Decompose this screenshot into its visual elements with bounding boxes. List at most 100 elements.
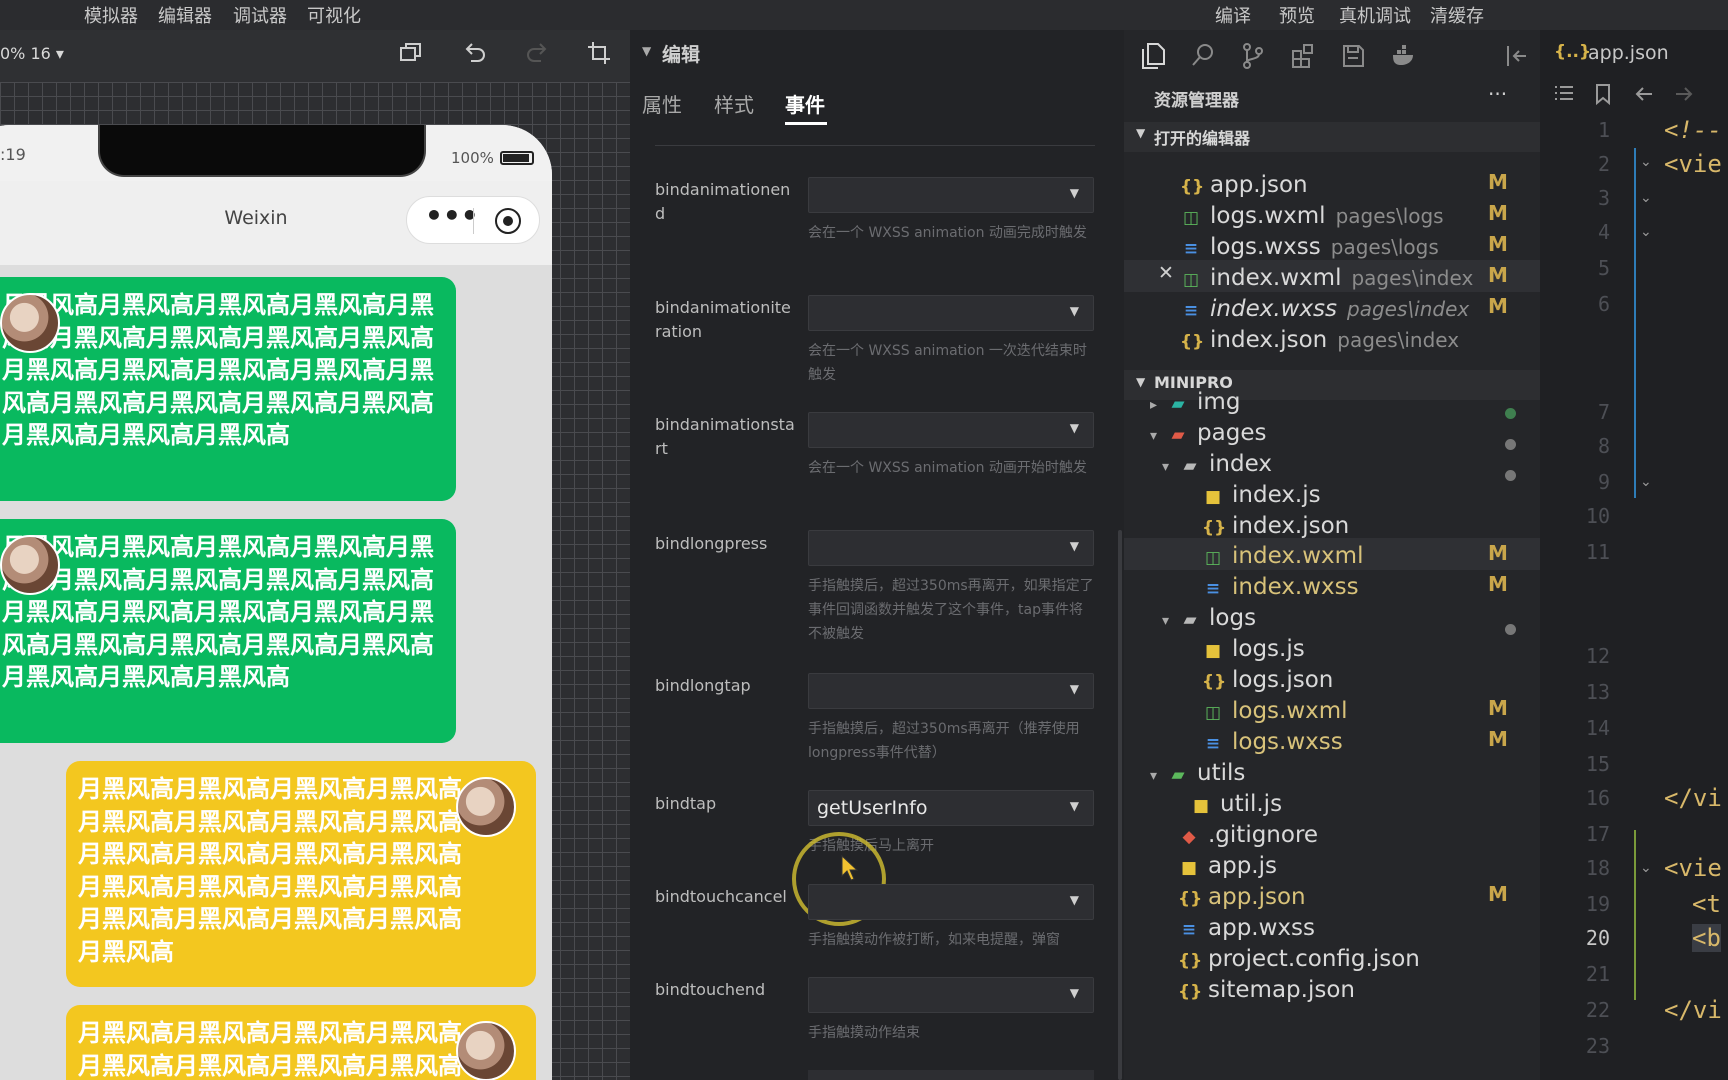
fold-chevron-icon[interactable]: ⌄ bbox=[1640, 474, 1652, 490]
folder-open-icon: ▰ bbox=[1183, 456, 1197, 476]
code-line: <b bbox=[1692, 924, 1721, 952]
line-number: 21 bbox=[1585, 962, 1610, 986]
files-icon[interactable] bbox=[1140, 42, 1166, 74]
zoom-select[interactable]: 0% 16 ▾ bbox=[0, 44, 64, 63]
message-text: 月黑风高月黑风高月黑风高月黑风高月黑风高月黑风高月黑风高月黑风高月黑风高月黑风高… bbox=[2, 533, 434, 691]
battery-level: 100% bbox=[451, 149, 494, 167]
event-select[interactable]: ▼ bbox=[808, 295, 1094, 331]
back-arrow-icon[interactable] bbox=[1632, 82, 1656, 110]
editor-tab-label[interactable]: app.json bbox=[1588, 42, 1669, 64]
nav-bar: Weixin ••• bbox=[0, 181, 552, 265]
line-number: 8 bbox=[1597, 434, 1610, 458]
fold-chevron-icon[interactable]: ⌄ bbox=[1640, 154, 1652, 170]
menu-editor[interactable]: 编辑器 bbox=[158, 2, 212, 28]
capsule-divider bbox=[473, 208, 474, 234]
menu-clear-cache[interactable]: 清缓存 bbox=[1430, 2, 1484, 28]
status-dot bbox=[1505, 439, 1516, 450]
file-name: logs bbox=[1209, 605, 1257, 631]
modified-badge: M bbox=[1488, 727, 1508, 751]
event-select[interactable]: ▼ bbox=[808, 530, 1094, 566]
event-select[interactable]: ▼ bbox=[808, 673, 1094, 709]
open-editors-header[interactable]: ▼ 打开的编辑器 bbox=[1124, 122, 1540, 152]
tree-file[interactable]: {} sitemap.json bbox=[1178, 973, 1355, 1009]
open-editor-item[interactable]: {} index.json pages\index bbox=[1180, 323, 1459, 359]
search-icon[interactable] bbox=[1190, 42, 1216, 74]
simulator-toolbar: 0% 16 ▾ bbox=[0, 30, 630, 82]
event-name: bindanimationend bbox=[655, 180, 791, 223]
code-editor: {..} app.json 1 2 3 4 5 6 7 8 9 10 11 12… bbox=[1540, 30, 1728, 1080]
close-miniprogram-icon[interactable] bbox=[495, 208, 521, 234]
file-name: logs.wxss bbox=[1232, 729, 1343, 755]
line-number: 17 bbox=[1585, 822, 1610, 846]
message-bubble: 月黑风高月黑风高月黑风高月黑风高月黑风高月黑风高月黑风高月黑风高月黑风高月黑风高… bbox=[0, 277, 456, 501]
extensions-icon[interactable] bbox=[1290, 42, 1316, 74]
file-name: img bbox=[1197, 389, 1241, 415]
line-number: 16 bbox=[1585, 786, 1610, 810]
line-number: 19 bbox=[1585, 892, 1610, 916]
menu-simulator[interactable]: 模拟器 bbox=[84, 2, 138, 28]
fold-chevron-icon[interactable]: ⌄ bbox=[1640, 860, 1652, 876]
line-number: 15 bbox=[1585, 752, 1610, 776]
redo-icon[interactable] bbox=[524, 40, 550, 70]
collapse-arrow-icon[interactable]: ▼ bbox=[642, 44, 651, 58]
menu-compile[interactable]: 编译 bbox=[1215, 2, 1251, 28]
event-select[interactable]: ▼ bbox=[808, 177, 1094, 213]
menu-device-debug[interactable]: 真机调试 bbox=[1339, 2, 1411, 28]
fold-chevron-icon[interactable]: ⌄ bbox=[1640, 190, 1652, 206]
file-name: index.json bbox=[1210, 327, 1328, 353]
folder-open-icon: ▰ bbox=[1183, 610, 1197, 630]
event-name: bindanimationiteration bbox=[655, 298, 791, 341]
event-value: getUserInfo bbox=[817, 797, 928, 819]
event-name: bindtouchend bbox=[655, 980, 766, 999]
code-line: </vi bbox=[1664, 996, 1722, 1024]
more-icon[interactable]: ••• bbox=[425, 199, 479, 232]
outline-icon[interactable] bbox=[1552, 82, 1576, 110]
file-name: app.js bbox=[1208, 853, 1277, 879]
menu-visualize[interactable]: 可视化 bbox=[307, 2, 361, 28]
tab-attributes[interactable]: 属性 bbox=[642, 89, 682, 118]
fold-chevron-icon[interactable]: ⌄ bbox=[1640, 224, 1652, 240]
capsule-button[interactable]: ••• bbox=[406, 196, 540, 244]
diff-gutter-marker bbox=[1634, 148, 1636, 498]
line-number: 22 bbox=[1585, 998, 1610, 1022]
line-number: 1 bbox=[1597, 118, 1610, 142]
menu-debugger[interactable]: 调试器 bbox=[233, 2, 287, 28]
save-icon[interactable] bbox=[1340, 42, 1366, 74]
window-icon[interactable] bbox=[398, 40, 424, 70]
avatar bbox=[456, 777, 516, 837]
file-name: index.js bbox=[1232, 482, 1321, 508]
file-path: pages\index bbox=[1351, 266, 1474, 290]
event-select[interactable] bbox=[808, 1070, 1094, 1080]
chevron-down-icon: ▾ bbox=[1150, 768, 1158, 784]
event-select[interactable]: ▼ bbox=[808, 884, 1094, 920]
collapse-panel-icon[interactable] bbox=[1504, 42, 1530, 74]
event-select[interactable]: ▼ bbox=[808, 412, 1094, 448]
tab-events[interactable]: 事件 bbox=[785, 89, 825, 118]
chevron-down-icon: ▼ bbox=[1069, 682, 1079, 696]
undo-icon[interactable] bbox=[462, 40, 488, 70]
chevron-down-icon: ▼ bbox=[1069, 421, 1079, 435]
event-select[interactable]: ▼ bbox=[808, 977, 1094, 1013]
source-control-icon[interactable] bbox=[1240, 42, 1266, 74]
event-select[interactable]: getUserInfo ▼ bbox=[808, 790, 1094, 826]
inspector-header: 编辑 bbox=[662, 44, 701, 66]
crop-icon[interactable] bbox=[586, 40, 612, 70]
json-file-icon: {..} bbox=[1554, 42, 1592, 62]
event-description: 手指触摸后，超过350ms再离开（推荐使用longpress事件代替） bbox=[808, 721, 1080, 761]
line-number: 2 bbox=[1597, 152, 1610, 176]
forward-arrow-icon[interactable] bbox=[1672, 82, 1696, 110]
tab-styles[interactable]: 样式 bbox=[714, 89, 754, 118]
bookmark-icon[interactable] bbox=[1592, 82, 1614, 110]
menu-preview[interactable]: 预览 bbox=[1279, 2, 1315, 28]
line-number-current: 20 bbox=[1585, 926, 1610, 950]
file-name: sitemap.json bbox=[1208, 977, 1355, 1003]
file-name: index.wxss bbox=[1210, 296, 1338, 322]
file-name: index.json bbox=[1232, 513, 1350, 539]
docker-icon[interactable] bbox=[1390, 42, 1418, 74]
close-icon[interactable]: ✕ bbox=[1158, 262, 1174, 284]
scrollbar[interactable] bbox=[1118, 530, 1122, 1080]
modified-badge: M bbox=[1488, 170, 1508, 194]
more-actions-icon[interactable]: ··· bbox=[1488, 82, 1507, 106]
modified-badge: M bbox=[1488, 263, 1508, 287]
diff-gutter-marker bbox=[1634, 830, 1636, 1000]
